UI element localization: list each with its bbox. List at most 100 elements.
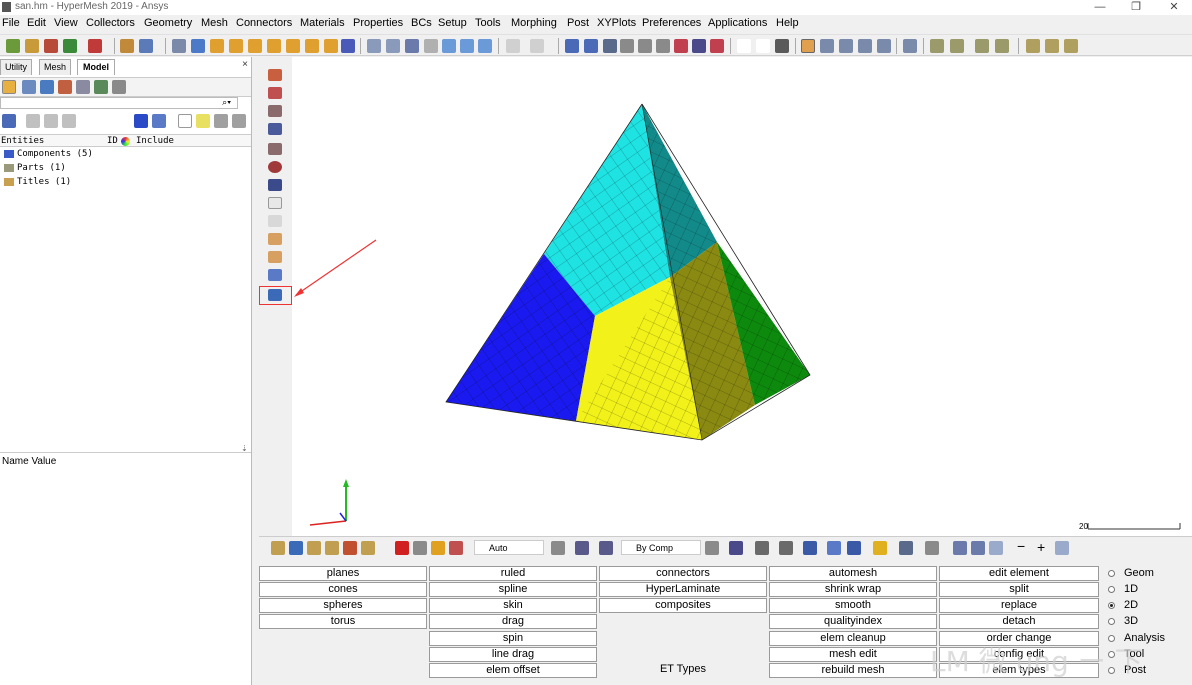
browser-material-icon[interactable]: [58, 80, 72, 94]
view-axis-3-icon[interactable]: [248, 39, 262, 53]
layout-3-icon[interactable]: [839, 39, 853, 53]
color-by-select[interactable]: By Comp: [621, 540, 701, 555]
menu-spin[interactable]: spin: [429, 631, 597, 646]
zoom-in-icon[interactable]: +: [1037, 540, 1051, 555]
rotate-left-icon[interactable]: [191, 39, 205, 53]
close-button[interactable]: ✕: [1166, 0, 1182, 14]
nav-undo-icon[interactable]: [989, 541, 1003, 555]
tab-model[interactable]: Model: [77, 59, 115, 75]
entity-tree-3-icon[interactable]: [62, 114, 76, 128]
view-axis-7-icon[interactable]: [324, 39, 338, 53]
view-axis-5-icon[interactable]: [286, 39, 300, 53]
radio-geom[interactable]: Geom: [1108, 567, 1154, 583]
view-cube-icon[interactable]: [899, 541, 913, 555]
menu-preferences[interactable]: Preferences: [642, 17, 701, 29]
sigma-icon[interactable]: [737, 39, 751, 53]
vtool-label-icon[interactable]: [268, 233, 282, 245]
tab-utility[interactable]: Utility: [0, 59, 32, 75]
eye-2-icon[interactable]: [232, 114, 246, 128]
layout-5-icon[interactable]: [877, 39, 891, 53]
elem-icon[interactable]: [729, 541, 743, 555]
browser-component-icon[interactable]: [22, 80, 36, 94]
elem-color-icon[interactable]: [710, 39, 724, 53]
comp-6-icon[interactable]: [361, 541, 375, 555]
menu-planes[interactable]: planes: [259, 566, 427, 581]
show-icon[interactable]: [134, 114, 148, 128]
menu-composites[interactable]: composites: [599, 598, 767, 613]
radio-tool[interactable]: Tool: [1108, 648, 1144, 664]
eye-icon[interactable]: [214, 114, 228, 128]
vtool-4-icon[interactable]: [268, 123, 282, 135]
entity-filter-icon[interactable]: [2, 114, 16, 128]
calculator-icon[interactable]: [775, 39, 789, 53]
arrows-v-icon[interactable]: [460, 39, 474, 53]
vtool-6-icon[interactable]: [268, 161, 282, 173]
undo-icon[interactable]: [506, 39, 520, 53]
minimize-button[interactable]: —: [1092, 0, 1108, 14]
cube-wire-icon[interactable]: [620, 39, 634, 53]
layout-4-icon[interactable]: [858, 39, 872, 53]
menu-geometry[interactable]: Geometry: [144, 17, 192, 29]
reset-view-icon[interactable]: [1055, 541, 1069, 555]
sum-icon[interactable]: [1026, 39, 1040, 53]
line-style-icon[interactable]: [755, 541, 769, 555]
window-icon[interactable]: [903, 39, 917, 53]
wire-icon[interactable]: [705, 541, 719, 555]
vtool-1-icon[interactable]: [268, 69, 282, 81]
delete-icon[interactable]: [395, 541, 409, 555]
line-icon[interactable]: [565, 39, 579, 53]
radio-2d[interactable]: 2D: [1108, 599, 1138, 615]
elem-shade-icon[interactable]: [692, 39, 706, 53]
menu-bcs[interactable]: BCs: [411, 17, 432, 29]
menu-properties[interactable]: Properties: [353, 17, 403, 29]
component-icon[interactable]: [271, 541, 285, 555]
vtool-label-2-icon[interactable]: [268, 251, 282, 263]
hand-icon[interactable]: [424, 39, 438, 53]
star-icon[interactable]: [873, 541, 887, 555]
graphics-viewport[interactable]: 20: [292, 57, 1192, 536]
menu-ruled[interactable]: ruled: [429, 566, 597, 581]
tree-item-titles[interactable]: Titles (1): [4, 177, 71, 189]
solid-icon[interactable]: [603, 39, 617, 53]
radio-3d[interactable]: 3D: [1108, 615, 1138, 631]
vtool-2-icon[interactable]: [268, 87, 282, 99]
menu-elem-cleanup[interactable]: elem cleanup: [769, 631, 937, 646]
highlight-icon[interactable]: [196, 114, 210, 128]
menu-edit-element[interactable]: edit element: [939, 566, 1099, 581]
sessions-icon[interactable]: [139, 39, 153, 53]
arrows-h-icon[interactable]: [442, 39, 456, 53]
menu-collectors[interactable]: Collectors: [86, 17, 135, 29]
menu-line-drag[interactable]: line drag: [429, 647, 597, 662]
solid-shade-icon[interactable]: [599, 541, 613, 555]
menu-shrink-wrap[interactable]: shrink wrap: [769, 582, 937, 597]
menu-replace[interactable]: replace: [939, 598, 1099, 613]
tree-3-icon[interactable]: [975, 39, 989, 53]
menu-view[interactable]: View: [54, 17, 78, 29]
tab-mesh[interactable]: Mesh: [39, 59, 71, 75]
zoom-window-icon[interactable]: [386, 39, 400, 53]
panel-close-icon[interactable]: ×: [242, 59, 248, 70]
face-icon[interactable]: [779, 541, 793, 555]
color-mode-icon[interactable]: [674, 39, 688, 53]
menu-cones[interactable]: cones: [259, 582, 427, 597]
spin-icon[interactable]: [478, 39, 492, 53]
menu-tools[interactable]: Tools: [475, 17, 501, 29]
vtool-table-icon[interactable]: [268, 269, 282, 281]
menu-spheres[interactable]: spheres: [259, 598, 427, 613]
view-axis-icon[interactable]: [210, 39, 224, 53]
menu-applications[interactable]: Applications: [708, 17, 767, 29]
comp-4-icon[interactable]: [325, 541, 339, 555]
organize-icon[interactable]: [449, 541, 463, 555]
menu-help[interactable]: Help: [776, 17, 799, 29]
menu-connectors[interactable]: Connectors: [236, 17, 292, 29]
view-axis-4-icon[interactable]: [267, 39, 281, 53]
comp-2-icon[interactable]: [289, 541, 303, 555]
menu-elem-offset[interactable]: elem offset: [429, 663, 597, 678]
import-geometry-icon[interactable]: [63, 39, 77, 53]
browser-set-icon[interactable]: [112, 80, 126, 94]
import-icon[interactable]: [44, 39, 58, 53]
view-axis-6-icon[interactable]: [305, 39, 319, 53]
menu-qualityindex[interactable]: qualityindex: [769, 614, 937, 629]
shade-icon[interactable]: [575, 541, 589, 555]
menu-torus[interactable]: torus: [259, 614, 427, 629]
